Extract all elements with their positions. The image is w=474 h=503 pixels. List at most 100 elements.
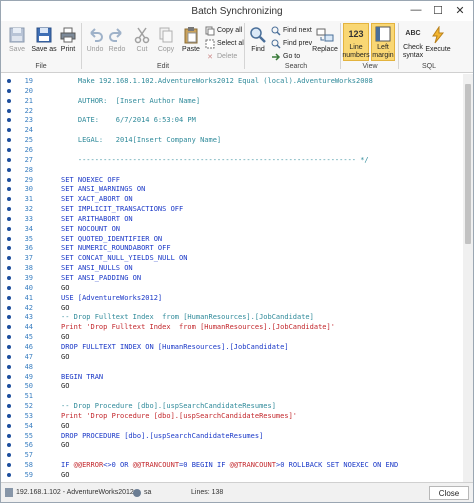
line-marker[interactable] bbox=[7, 138, 11, 143]
left-margin-toggle[interactable]: Left margin bbox=[371, 23, 395, 61]
find-prev-button[interactable]: Find prev bbox=[271, 38, 312, 49]
code-line[interactable]: GO bbox=[61, 333, 69, 341]
code-line[interactable]: SET ANSI_PADDING ON bbox=[61, 274, 141, 282]
line-marker[interactable] bbox=[7, 98, 11, 103]
find-button[interactable]: Find bbox=[248, 25, 268, 53]
code-line[interactable]: Print 'Drop Fulltext Index from [HumanRe… bbox=[61, 323, 335, 331]
minimize-icon[interactable]: — bbox=[405, 1, 427, 19]
line-marker[interactable] bbox=[7, 118, 11, 123]
vertical-scrollbar[interactable] bbox=[463, 74, 473, 482]
line-marker[interactable] bbox=[7, 325, 11, 330]
copy-button[interactable]: Copy bbox=[155, 25, 177, 53]
line-marker[interactable] bbox=[7, 197, 11, 202]
line-marker[interactable] bbox=[7, 463, 11, 468]
code-line[interactable]: Print 'Drop Procedure [dbo].[uspSearchCa… bbox=[61, 412, 297, 420]
line-marker[interactable] bbox=[7, 453, 11, 458]
cut-button[interactable]: Cut bbox=[132, 25, 152, 53]
code-line[interactable]: SET ANSI_NULLS ON bbox=[61, 264, 133, 272]
line-marker[interactable] bbox=[7, 335, 11, 340]
line-marker[interactable] bbox=[7, 79, 11, 83]
code-line[interactable]: SET NOEXEC OFF bbox=[61, 176, 120, 184]
find-next-button[interactable]: Find next bbox=[271, 25, 312, 36]
line-marker[interactable] bbox=[7, 256, 11, 261]
code-line[interactable]: BEGIN TRAN bbox=[61, 373, 103, 381]
line-marker[interactable] bbox=[7, 236, 11, 241]
code-line[interactable]: -- Drop Fulltext Index from [HumanResour… bbox=[61, 313, 314, 321]
line-numbers-toggle[interactable]: 123 Line numbers bbox=[342, 23, 370, 61]
code-line[interactable]: GO bbox=[61, 471, 69, 479]
line-marker[interactable] bbox=[7, 187, 11, 192]
line-marker[interactable] bbox=[7, 354, 11, 359]
code-line[interactable]: GO bbox=[61, 353, 69, 361]
code-line[interactable]: SET XACT_ABORT ON bbox=[61, 195, 133, 203]
paste-button[interactable]: Paste bbox=[179, 25, 203, 53]
line-marker[interactable] bbox=[7, 305, 11, 310]
line-marker[interactable] bbox=[7, 295, 11, 300]
code-line[interactable]: GO bbox=[61, 441, 69, 449]
code-line[interactable]: SET NOCOUNT ON bbox=[61, 225, 120, 233]
go-to-button[interactable]: Go to bbox=[271, 51, 300, 62]
scrollbar-thumb[interactable] bbox=[465, 84, 471, 244]
code-area[interactable]: 19 Make 192.168.1.102.AdventureWorks2012… bbox=[1, 74, 463, 482]
delete-button[interactable]: ✕ Delete bbox=[205, 51, 237, 62]
line-marker[interactable] bbox=[7, 276, 11, 280]
code-line[interactable]: DROP FULLTEXT INDEX ON [HumanResources].… bbox=[61, 343, 289, 351]
code-line[interactable]: -- Drop Procedure [dbo].[uspSearchCandid… bbox=[61, 402, 276, 410]
save-as-button[interactable]: Save as bbox=[31, 25, 57, 53]
line-marker[interactable] bbox=[7, 374, 11, 379]
code-line[interactable]: Make 192.168.1.102.AdventureWorks2012 Eq… bbox=[61, 77, 373, 85]
code-line[interactable]: GO bbox=[61, 304, 69, 312]
line-marker[interactable] bbox=[7, 177, 11, 182]
line-marker[interactable] bbox=[7, 285, 11, 290]
code-line[interactable]: LEGAL: 2014[Insert Company Name] bbox=[61, 136, 221, 144]
save-button[interactable]: Save bbox=[5, 25, 29, 53]
replace-button[interactable]: Replace bbox=[312, 25, 338, 53]
line-marker[interactable] bbox=[7, 394, 11, 399]
line-marker[interactable] bbox=[7, 384, 11, 389]
select-all-button[interactable]: Select all bbox=[205, 38, 245, 49]
close-icon[interactable]: ✕ bbox=[449, 1, 471, 19]
check-syntax-button[interactable]: ABC Check syntax bbox=[401, 23, 425, 60]
execute-button[interactable]: Execute bbox=[425, 25, 451, 53]
print-button[interactable]: Print bbox=[57, 25, 79, 53]
code-line[interactable]: IF @@ERROR<>0 OR @@TRANCOUNT=0 BEGIN IF … bbox=[61, 461, 398, 469]
code-line[interactable]: USE [AdventureWorks2012] bbox=[61, 294, 162, 302]
code-line[interactable]: DROP PROCEDURE [dbo].[uspSearchCandidate… bbox=[61, 432, 263, 440]
copy-all-button[interactable]: Copy all bbox=[205, 25, 242, 36]
line-marker[interactable] bbox=[7, 226, 11, 231]
line-marker[interactable] bbox=[7, 128, 11, 133]
code-line[interactable]: GO bbox=[61, 422, 69, 430]
line-marker[interactable] bbox=[7, 266, 11, 271]
line-marker[interactable] bbox=[7, 413, 11, 418]
close-button[interactable]: Close bbox=[429, 486, 469, 500]
undo-button[interactable]: Undo bbox=[85, 25, 105, 53]
code-line[interactable]: SET NUMERIC_ROUNDABORT OFF bbox=[61, 244, 171, 252]
code-line[interactable]: DATE: 6/7/2014 6:53:04 PM bbox=[61, 116, 196, 124]
line-marker[interactable] bbox=[7, 108, 11, 113]
sql-editor[interactable]: 19 Make 192.168.1.102.AdventureWorks2012… bbox=[1, 74, 473, 482]
code-line[interactable]: GO bbox=[61, 284, 69, 292]
line-marker[interactable] bbox=[7, 404, 11, 409]
code-line[interactable]: GO bbox=[61, 382, 69, 390]
redo-button[interactable]: Redo bbox=[107, 25, 127, 53]
code-line[interactable]: SET ARITHABORT ON bbox=[61, 215, 133, 223]
line-marker[interactable] bbox=[7, 88, 11, 93]
line-marker[interactable] bbox=[7, 246, 11, 251]
line-marker[interactable] bbox=[7, 315, 11, 320]
code-line[interactable]: SET ANSI_WARNINGS ON bbox=[61, 185, 145, 193]
line-marker[interactable] bbox=[7, 167, 11, 172]
line-marker[interactable] bbox=[7, 433, 11, 438]
line-marker[interactable] bbox=[7, 473, 11, 477]
line-marker[interactable] bbox=[7, 344, 11, 349]
maximize-icon[interactable]: ☐ bbox=[427, 1, 449, 19]
code-line[interactable]: SET CONCAT_NULL_YIELDS_NULL ON bbox=[61, 254, 187, 262]
line-marker[interactable] bbox=[7, 157, 11, 162]
code-line[interactable]: AUTHOR: [Insert Author Name] bbox=[61, 97, 200, 105]
line-marker[interactable] bbox=[7, 147, 11, 152]
code-line[interactable]: SET QUOTED_IDENTIFIER ON bbox=[61, 235, 162, 243]
line-marker[interactable] bbox=[7, 216, 11, 221]
code-line[interactable]: SET IMPLICIT_TRANSACTIONS OFF bbox=[61, 205, 183, 213]
line-marker[interactable] bbox=[7, 443, 11, 448]
code-line[interactable]: ----------------------------------------… bbox=[61, 156, 369, 164]
line-marker[interactable] bbox=[7, 364, 11, 369]
